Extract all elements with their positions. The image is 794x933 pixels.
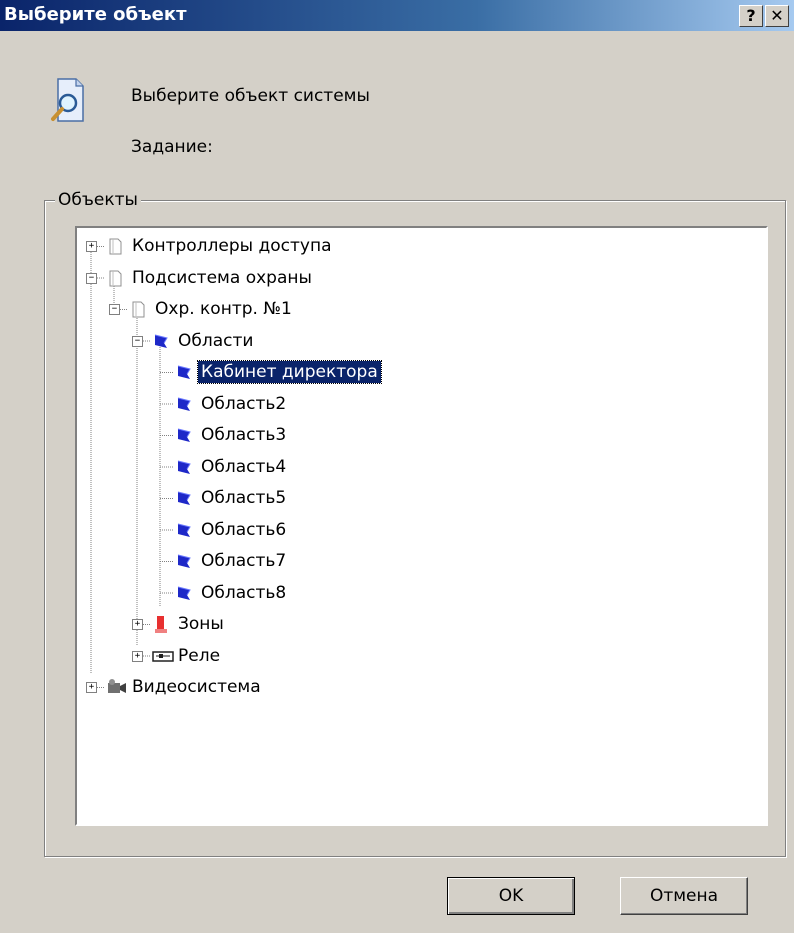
tree-node-label[interactable]: Кабинет директора [197, 360, 382, 384]
tree-node-label[interactable]: Область8 [198, 582, 289, 604]
tree-node[interactable]: Область2 [77, 390, 575, 418]
area-flag-icon [175, 394, 193, 414]
tree-node[interactable]: − Области [77, 327, 575, 355]
tree-node-label[interactable]: Область3 [198, 424, 289, 446]
ok-button[interactable]: OK [447, 877, 575, 915]
collapse-icon[interactable]: − [109, 304, 120, 315]
tree-node-label[interactable]: Зоны [175, 613, 227, 635]
tree-node[interactable]: Область3 [77, 421, 575, 449]
area-flag-icon [175, 425, 193, 445]
tree-node-label[interactable]: Область2 [198, 393, 289, 415]
controller-icon [106, 268, 124, 288]
help-button[interactable]: ? [739, 5, 763, 27]
prompt-text: Выберите объект системы [131, 86, 370, 106]
window-title: Выберите объект [4, 4, 187, 25]
tree-node[interactable]: − Подсистема охраны [77, 264, 575, 292]
tree-node[interactable]: − Охр. контр. №1 [77, 295, 575, 323]
tree-node[interactable]: Область5 [77, 484, 575, 512]
area-flag-icon [175, 488, 193, 508]
area-flag-icon [152, 331, 170, 351]
tree-node-label[interactable]: Область6 [198, 519, 289, 541]
collapse-icon[interactable]: − [132, 335, 143, 347]
close-button[interactable]: ✕ [765, 5, 789, 27]
tree-node[interactable]: + Видеосистема [77, 673, 575, 701]
tree-node-label[interactable]: Область4 [198, 456, 289, 478]
camera-icon [106, 677, 126, 697]
tree-node[interactable]: Область4 [77, 453, 575, 481]
tree-node-label[interactable]: Область5 [198, 487, 289, 509]
tree-node-label[interactable]: Подсистема охраны [129, 267, 315, 289]
tree-node[interactable]: Кабинет директора [77, 358, 575, 386]
area-flag-icon [175, 551, 193, 571]
collapse-icon[interactable]: − [86, 272, 97, 284]
expand-icon[interactable]: + [86, 682, 97, 693]
area-flag-icon [175, 583, 193, 603]
tree-node[interactable]: Область8 [77, 579, 575, 607]
search-document-icon [51, 78, 84, 122]
tree-node[interactable]: + Реле [77, 642, 575, 670]
object-tree[interactable]: + Контроллеры доступа − Подсистема охраны − О… [75, 226, 768, 826]
tree-node-label[interactable]: Реле [175, 645, 223, 667]
tree-node-label[interactable]: Области [175, 330, 256, 352]
tree-node-label[interactable]: Охр. контр. №1 [152, 298, 295, 320]
expand-icon[interactable]: + [86, 241, 97, 252]
cancel-button[interactable]: Отмена [620, 877, 748, 915]
tree-node[interactable]: Область7 [77, 547, 575, 575]
relay-icon [152, 646, 174, 666]
area-flag-icon [175, 520, 193, 540]
tree-node[interactable]: + Контроллеры доступа [77, 232, 575, 260]
tree-node-label[interactable]: Контроллеры доступа [129, 235, 334, 257]
expand-icon[interactable]: + [132, 650, 143, 662]
tree-node[interactable]: Область6 [77, 516, 575, 544]
expand-icon[interactable]: + [132, 619, 143, 630]
dialog-window: Выберите объект ? ✕ Выберите объект сист… [0, 0, 794, 933]
tree-node[interactable]: + Зоны [77, 610, 575, 638]
area-flag-icon [175, 362, 193, 382]
objects-legend: Объекты [55, 190, 141, 210]
task-label: Задание: [131, 137, 213, 157]
title-bar[interactable]: Выберите объект ? ✕ [0, 0, 794, 31]
controller-icon [129, 299, 147, 319]
tree-node-label[interactable]: Область7 [198, 550, 289, 572]
tree-node-label[interactable]: Видеосистема [129, 676, 264, 698]
area-flag-icon [175, 457, 193, 477]
zone-icon [152, 614, 170, 634]
controller-icon [106, 236, 124, 256]
